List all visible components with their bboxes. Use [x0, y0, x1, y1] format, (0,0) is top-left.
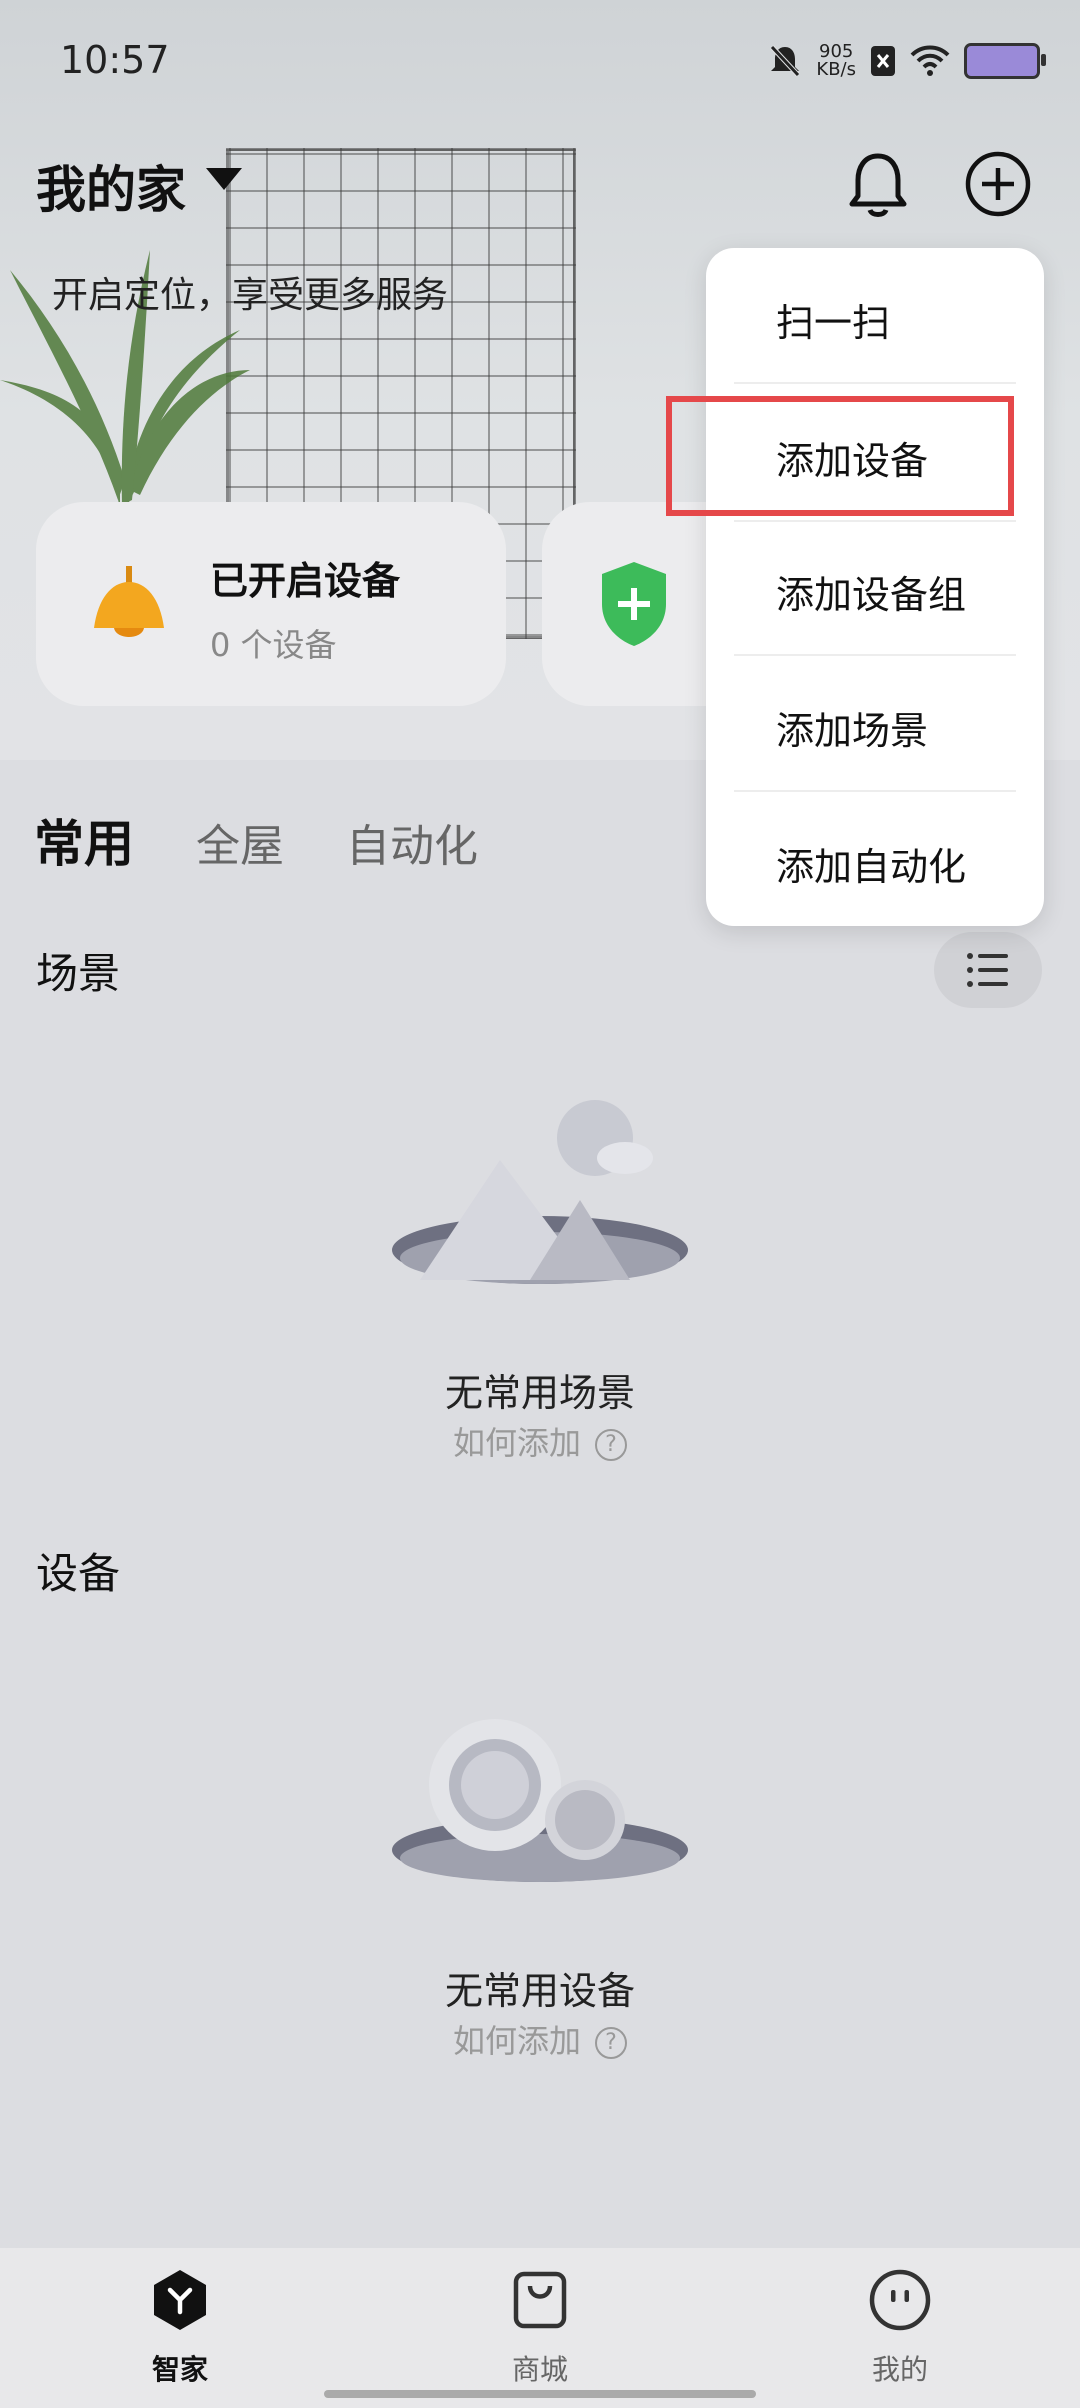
how-to-add-label: 如何添加 [452, 1424, 581, 1462]
smarthome-icon [154, 2270, 206, 2330]
profile-face-icon [869, 2269, 931, 2331]
help-icon: ? [595, 1429, 627, 1461]
netspeed-icon: 905 KB/s [816, 43, 856, 79]
lamp-icon [94, 566, 164, 637]
nav-store[interactable]: 商城 [440, 2268, 640, 2388]
nav-label: 商城 [511, 2353, 568, 2386]
list-icon [967, 953, 1008, 987]
enabled-devices-card[interactable]: 已开启设备 0 个设备 [36, 502, 506, 706]
home-name[interactable]: 我的家 [36, 150, 186, 222]
nav-profile[interactable]: 我的 [800, 2268, 1000, 2388]
nav-label: 我的 [871, 2353, 928, 2386]
home-dropdown-caret-icon[interactable] [206, 168, 242, 190]
tab-whole-house[interactable]: 全屋 [196, 810, 284, 874]
menu-divider [734, 654, 1016, 656]
menu-divider [734, 382, 1016, 384]
bell-off-icon [770, 45, 801, 77]
list-view-button[interactable] [934, 932, 1042, 1008]
battery-icon [964, 43, 1046, 79]
bottom-nav: 智家 商城 我的 [0, 2248, 1080, 2408]
net-speed-unit: KB/s [816, 59, 856, 80]
highlight-box [666, 396, 1014, 516]
how-to-add-device-link[interactable]: 如何添加? [0, 2016, 1080, 2062]
wifi-icon [910, 45, 950, 76]
sim-off-icon [871, 46, 895, 76]
card-subtitle: 0 个设备 [210, 626, 337, 664]
how-to-add-label: 如何添加 [452, 2022, 581, 2060]
scenes-section-title: 场景 [36, 949, 121, 998]
menu-item-scan[interactable]: 扫一扫 [776, 292, 890, 347]
menu-item-add-scene[interactable]: 添加场景 [776, 700, 928, 755]
shopping-bag-icon [513, 2271, 567, 2329]
menu-divider [734, 790, 1016, 792]
tab-automation[interactable]: 自动化 [346, 810, 478, 874]
location-hint[interactable]: 开启定位，享受更多服务 [52, 266, 448, 318]
home-indicator [324, 2390, 756, 2398]
empty-scene-illustration [392, 1100, 688, 1284]
card-title: 已开启设备 [210, 559, 401, 603]
status-bar: 10:57 905 KB/s [0, 0, 1080, 120]
help-icon: ? [595, 2027, 627, 2059]
add-circle-icon[interactable] [964, 150, 1032, 218]
nav-label: 智家 [151, 2353, 208, 2386]
empty-scene-title: 无常用场景 [444, 1371, 635, 1415]
how-to-add-scene-link[interactable]: 如何添加? [0, 1418, 1080, 1464]
empty-device-title: 无常用设备 [444, 1969, 635, 2013]
notification-bell-icon[interactable] [842, 148, 914, 220]
devices-section-title: 设备 [36, 1549, 121, 1598]
shield-plus-icon [602, 562, 666, 646]
menu-divider [734, 520, 1016, 522]
status-time: 10:57 [60, 38, 170, 82]
status-icons: 905 KB/s [768, 36, 1046, 86]
nav-smarthome[interactable]: 智家 [80, 2268, 280, 2388]
menu-item-add-automation[interactable]: 添加自动化 [776, 836, 966, 891]
empty-device-illustration [392, 1719, 688, 1882]
add-menu-popup: 扫一扫 添加设备 添加设备组 添加场景 添加自动化 [706, 248, 1044, 926]
menu-item-add-device-group[interactable]: 添加设备组 [776, 564, 966, 619]
tab-common[interactable]: 常用 [34, 804, 134, 876]
tab-bar: 常用 全屋 自动化 [34, 804, 478, 876]
